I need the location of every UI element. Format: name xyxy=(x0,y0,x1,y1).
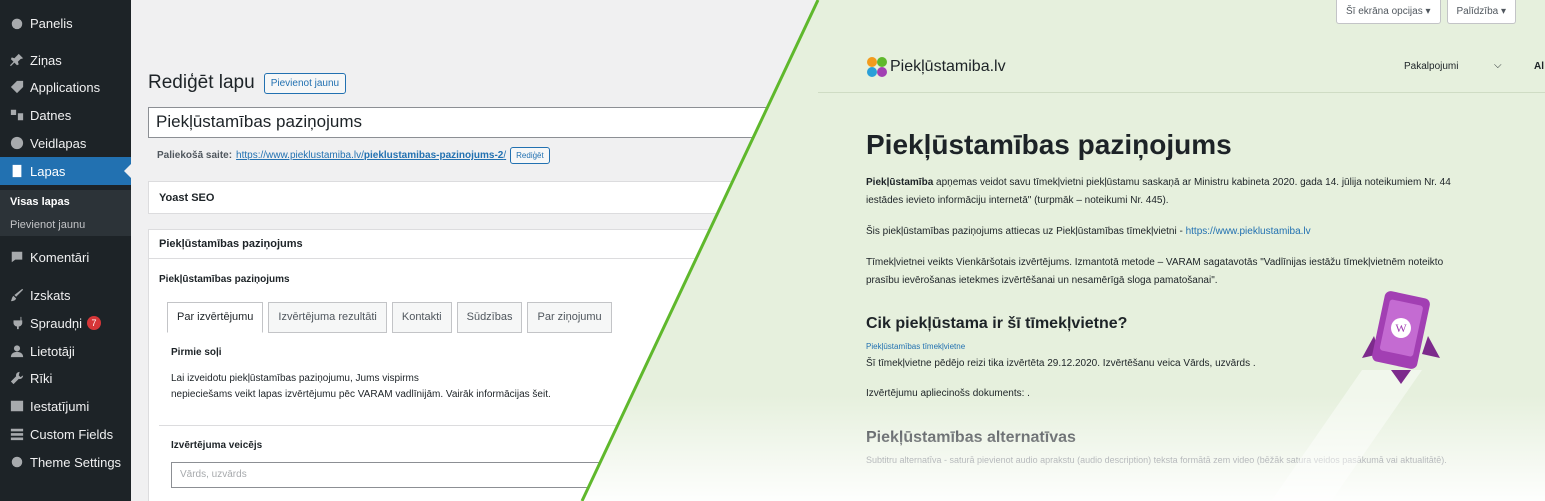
diagonal-divider xyxy=(580,0,820,501)
